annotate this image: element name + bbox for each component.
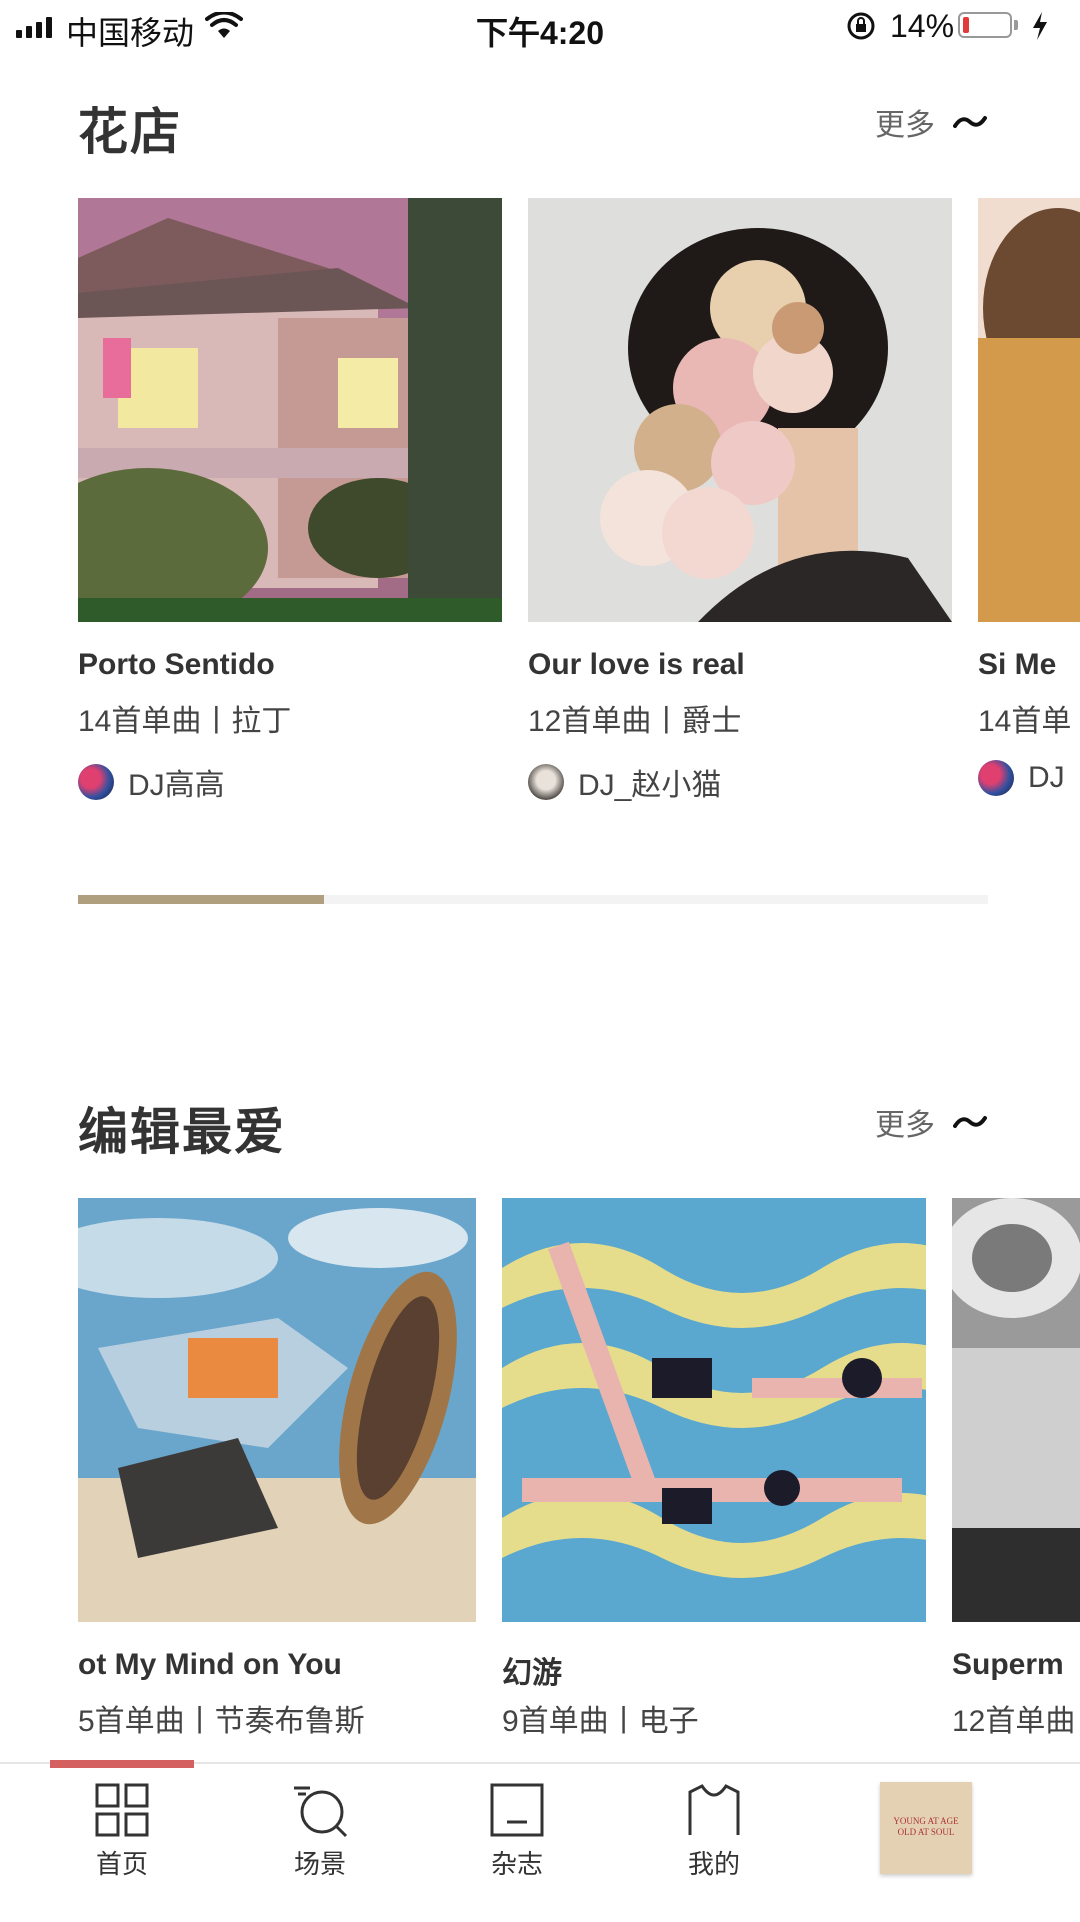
playlist-title: Porto Sentido	[78, 648, 275, 681]
playlist-cover[interactable]	[78, 1198, 476, 1622]
more-label: 更多	[875, 1109, 935, 1142]
playlist-card[interactable]: Porto Sentido 14首单曲丨拉丁 DJ高高	[78, 198, 502, 802]
magazine-icon	[490, 1783, 544, 1837]
tab-label: 杂志	[490, 1849, 543, 1879]
playlist-meta: 12首单曲	[952, 1705, 1076, 1738]
playlist-title: Superm	[952, 1648, 1064, 1681]
carousel-scroll-indicator	[78, 895, 988, 904]
playlist-card[interactable]: ot My Mind on You 5首单曲丨节奏布鲁斯	[78, 1198, 476, 1738]
tab-scenes[interactable]: 场景	[260, 1782, 380, 1881]
more-label: 更多	[875, 109, 935, 142]
playlist-meta: 5首单曲丨节奏布鲁斯	[78, 1705, 365, 1738]
dj-name: DJ高高	[128, 769, 225, 802]
playlist-carousel[interactable]: Porto Sentido 14首单曲丨拉丁 DJ高高 Our love is …	[0, 198, 1080, 818]
playlist-meta: 9首单曲丨电子	[502, 1705, 699, 1738]
section-title: 编辑最爱	[78, 1104, 286, 1160]
playlist-title: 幻游	[502, 1657, 562, 1690]
tab-label: 我的	[687, 1849, 740, 1879]
battery-icon	[958, 12, 1012, 38]
avatar	[978, 760, 1014, 796]
tab-magazine[interactable]: 杂志	[457, 1782, 577, 1881]
mini-player-art-text: YOUNG AT AGE OLD AT SOUL	[893, 1816, 959, 1837]
dj-credit[interactable]: DJ_赵小猫	[528, 760, 721, 804]
rotation-lock-icon	[847, 12, 875, 40]
playlist-cover[interactable]	[78, 198, 502, 622]
playlist-card[interactable]: Superm 12首单曲	[952, 1198, 1080, 1738]
dj-name: DJ_赵小猫	[578, 769, 722, 802]
playlist-cover[interactable]	[952, 1198, 1080, 1622]
tilde-icon	[953, 116, 987, 128]
playlist-carousel[interactable]: ot My Mind on You 5首单曲丨节奏布鲁斯 幻游 9首单曲丨电子 …	[0, 1198, 1080, 1758]
dj-name: DJ	[1028, 761, 1065, 794]
tab-bar: 首页 场景 杂志 我的 YOUNG AT AGE OLD AT SOUL	[0, 1760, 1080, 1922]
playlist-cover[interactable]	[528, 198, 952, 622]
tab-mine[interactable]: 我的	[654, 1782, 774, 1881]
playlist-title: Si Me	[978, 648, 1057, 681]
playlist-meta: 14首单曲丨拉丁	[78, 705, 292, 738]
playlist-meta: 12首单曲丨爵士	[528, 705, 742, 738]
dj-credit[interactable]: DJ	[978, 760, 1065, 796]
avatar	[528, 764, 564, 800]
playlist-cover[interactable]	[978, 198, 1080, 622]
playlist-title: ot My Mind on You	[78, 1648, 342, 1681]
more-button[interactable]: 更多	[875, 100, 987, 144]
grid-icon	[95, 1783, 149, 1837]
battery-percent: 14%	[890, 8, 955, 44]
playlist-card[interactable]: 幻游 9首单曲丨电子	[502, 1198, 926, 1738]
playlist-cover[interactable]	[502, 1198, 926, 1622]
carousel-scroll-thumb	[78, 895, 324, 904]
search-icon	[294, 1786, 348, 1838]
tilde-icon	[953, 1116, 987, 1128]
tab-label: 首页	[95, 1849, 148, 1879]
tab-home[interactable]: 首页	[62, 1782, 182, 1881]
status-bar: 中国移动 下午4:20 14%	[0, 0, 1080, 56]
playlist-meta: 14首单	[978, 705, 1072, 738]
bag-icon	[688, 1784, 740, 1835]
active-tab-indicator	[50, 1760, 194, 1768]
section-title: 花店	[78, 104, 182, 160]
mini-player-artwork[interactable]: YOUNG AT AGE OLD AT SOUL	[880, 1782, 972, 1874]
playlist-card[interactable]: Our love is real 12首单曲丨爵士 DJ_赵小猫	[528, 198, 952, 802]
playlist-title: Our love is real	[528, 648, 745, 681]
avatar	[78, 764, 114, 800]
charging-icon	[1033, 12, 1047, 40]
tab-label: 场景	[293, 1849, 346, 1879]
playlist-card[interactable]: Si Me 14首单 DJ	[978, 198, 1080, 796]
dj-credit[interactable]: DJ高高	[78, 760, 225, 804]
more-button[interactable]: 更多	[875, 1100, 987, 1144]
